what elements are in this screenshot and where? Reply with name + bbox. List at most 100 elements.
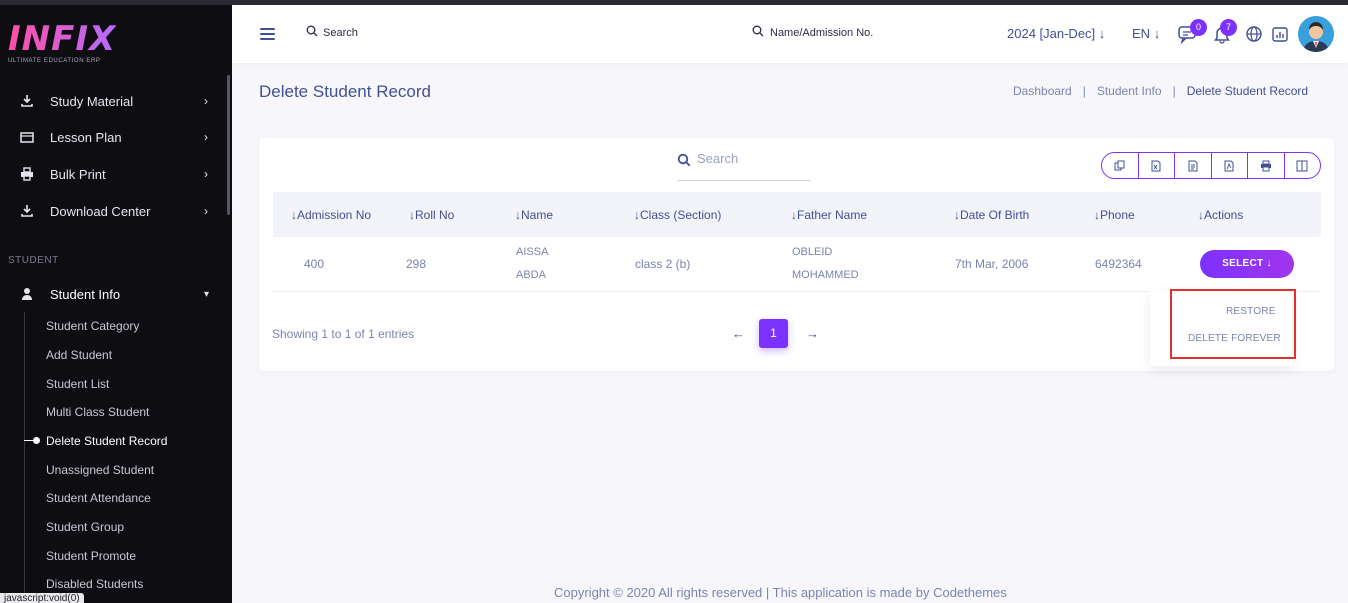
breadcrumb-dashboard[interactable]: Dashboard xyxy=(1013,84,1072,98)
sidebar-item-label: Student Info xyxy=(50,286,121,302)
download-icon xyxy=(21,95,33,107)
breadcrumb-student-info[interactable]: Student Info xyxy=(1097,84,1162,98)
chevron-right-icon: › xyxy=(204,94,208,108)
cell-roll-no: 298 xyxy=(406,257,427,271)
user-avatar[interactable] xyxy=(1298,16,1334,52)
chevron-right-icon: › xyxy=(204,204,208,218)
excel-button[interactable] xyxy=(1139,153,1175,178)
dropdown-item-delete-forever[interactable]: DELETE FOREVER xyxy=(1188,333,1281,344)
dropdown-highlight-box xyxy=(1170,289,1296,359)
section-label-student: STUDENT xyxy=(8,255,59,266)
academic-year-select[interactable]: 2024 [Jan-Dec] ↓ xyxy=(1007,26,1105,41)
dropdown-item-restore[interactable]: RESTORE xyxy=(1226,306,1276,317)
column-header-label: Father Name xyxy=(797,208,868,222)
column-header-roll-no[interactable]: ↓Roll No xyxy=(409,208,454,222)
table-search-input[interactable]: Search xyxy=(677,151,811,181)
export-buttons xyxy=(1101,152,1321,179)
sidebar-item-lesson-plan[interactable]: Lesson Plan › xyxy=(0,122,232,152)
pdf-button[interactable] xyxy=(1212,153,1248,178)
select-action-button[interactable]: SELECT ↓ xyxy=(1200,250,1294,278)
sidebar-item-label: Bulk Print xyxy=(50,166,106,182)
language-select[interactable]: EN ↓ xyxy=(1132,26,1160,41)
sidebar-item-label: Download Center xyxy=(50,203,151,219)
avatar-image xyxy=(1298,16,1334,52)
column-header-label: Class (Section) xyxy=(640,208,722,222)
submenu-student-attendance[interactable]: Student Attendance xyxy=(46,491,151,505)
submenu-unassigned-student[interactable]: Unassigned Student xyxy=(46,463,154,477)
academic-year-value: 2024 [Jan-Dec] xyxy=(1007,26,1096,41)
chevron-down-icon: ▾ xyxy=(204,288,210,300)
cell-name-line2: ABDA xyxy=(516,269,546,281)
column-header-label: Name xyxy=(521,208,554,222)
sidebar-item-study-material[interactable]: Study Material › xyxy=(0,86,232,116)
sidebar-item-student-info[interactable]: Student Info ▾ xyxy=(0,279,232,309)
submenu-student-category[interactable]: Student Category xyxy=(46,319,139,333)
column-header-label: Admission No xyxy=(297,208,372,222)
pagination-page-1[interactable]: 1 xyxy=(759,319,788,348)
printer-icon xyxy=(21,167,33,181)
submenu-line xyxy=(24,312,25,603)
chevron-right-icon: › xyxy=(204,130,208,144)
cell-admission-no: 400 xyxy=(304,257,325,271)
sidebar-item-download-center[interactable]: Download Center › xyxy=(0,196,232,226)
sidebar-item-bulk-print[interactable]: Bulk Print › xyxy=(0,159,232,189)
user-icon xyxy=(22,288,32,300)
logo[interactable]: INFIX ULTIMATE EDUCATION ERP xyxy=(8,22,116,64)
submenu-student-group[interactable]: Student Group xyxy=(46,520,124,534)
cell-father-line1: OBLEID xyxy=(792,246,833,258)
submenu-disabled-students[interactable]: Disabled Students xyxy=(46,577,143,591)
breadcrumb-separator: | xyxy=(1082,84,1086,98)
submenu-multi-class-student[interactable]: Multi Class Student xyxy=(46,405,149,419)
file-text-icon xyxy=(1188,160,1198,171)
search-icon xyxy=(306,25,318,37)
table-header: ↓Admission No ↓Roll No ↓Name ↓Class (Sec… xyxy=(273,192,1321,237)
column-header-name[interactable]: ↓Name xyxy=(515,208,553,222)
column-header-father-name[interactable]: ↓Father Name xyxy=(791,208,867,222)
language-value: EN xyxy=(1132,26,1151,41)
print-button[interactable] xyxy=(1248,153,1285,178)
pagination-next-arrow-icon[interactable]: → xyxy=(806,326,819,341)
submenu-add-student[interactable]: Add Student xyxy=(46,348,112,362)
column-header-admission-no[interactable]: ↓Admission No xyxy=(291,208,371,222)
printer-icon xyxy=(1260,160,1271,171)
arrow-down-icon: ↓ xyxy=(1153,26,1161,41)
pagination-prev-arrow-icon[interactable]: ← xyxy=(732,326,745,341)
cell-class: class 2 (b) xyxy=(635,257,691,271)
top-strip xyxy=(0,0,1348,5)
submenu-student-promote[interactable]: Student Promote xyxy=(46,549,136,563)
cell-dob: 7th Mar, 2006 xyxy=(955,257,1029,271)
table-search-placeholder: Search xyxy=(697,151,739,166)
globe-icon[interactable] xyxy=(1244,24,1264,44)
csv-button[interactable] xyxy=(1175,153,1212,178)
active-indicator-dot xyxy=(33,437,40,444)
cell-phone: 6492364 xyxy=(1095,257,1142,271)
column-header-class[interactable]: ↓Class (Section) xyxy=(634,208,721,222)
table-row: 400 298 AISSA ABDA class 2 (b) OBLEID MO… xyxy=(273,237,1321,292)
name-admission-search-input[interactable]: Name/Admission No. xyxy=(770,27,873,39)
column-header-actions[interactable]: ↓Actions xyxy=(1198,208,1243,222)
search-icon xyxy=(677,153,691,167)
copy-button[interactable] xyxy=(1102,153,1139,178)
logo-text: INFIX xyxy=(8,19,117,59)
notification-badge: 7 xyxy=(1220,19,1237,36)
column-header-phone[interactable]: ↓Phone xyxy=(1094,208,1135,222)
column-header-label: Phone xyxy=(1100,208,1135,222)
copy-icon xyxy=(1114,160,1125,170)
breadcrumb: Dashboard | Student Info | Delete Student Re… xyxy=(1013,84,1308,98)
column-header-label: Date Of Birth xyxy=(960,208,1030,222)
arrow-down-icon: ↓ xyxy=(1098,26,1106,41)
header-search-input[interactable]: Search xyxy=(323,27,358,39)
column-visibility-button[interactable] xyxy=(1285,153,1321,178)
submenu-delete-student-record[interactable]: Delete Student Record xyxy=(46,434,167,448)
select-action-label: SELECT xyxy=(1222,258,1264,269)
chat-badge: 0 xyxy=(1190,19,1207,36)
analytics-icon[interactable] xyxy=(1270,24,1290,44)
cell-name-line1: AISSA xyxy=(516,246,549,258)
submenu-student-list[interactable]: Student List xyxy=(46,377,109,391)
hamburger-menu-icon[interactable] xyxy=(260,28,275,40)
logo-tagline: ULTIMATE EDUCATION ERP xyxy=(8,58,101,64)
column-header-dob[interactable]: ↓Date Of Birth xyxy=(954,208,1029,222)
footer-copyright: Copyright © 2020 All rights reserved | T… xyxy=(554,585,1007,600)
search-icon xyxy=(752,25,764,37)
sidebar: INFIX ULTIMATE EDUCATION ERP Study Mater… xyxy=(0,0,232,603)
